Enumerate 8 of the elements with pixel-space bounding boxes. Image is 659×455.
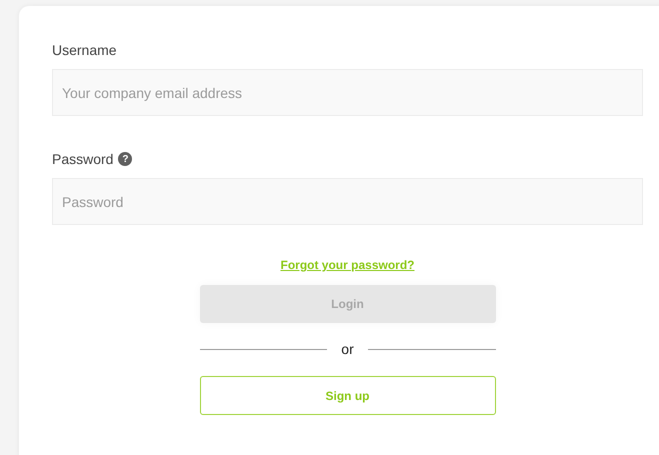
- field-label: Username: [52, 42, 117, 58]
- help-icon[interactable]: ?: [118, 152, 132, 166]
- input-field[interactable]: Password: [52, 178, 643, 225]
- signup-button[interactable]: Sign up: [200, 376, 496, 415]
- forgot-password-link[interactable]: Forgot your password?: [280, 258, 414, 272]
- separator-text: or: [341, 341, 354, 357]
- input-field[interactable]: Your company email address: [52, 69, 643, 116]
- field-label: Password: [52, 151, 114, 167]
